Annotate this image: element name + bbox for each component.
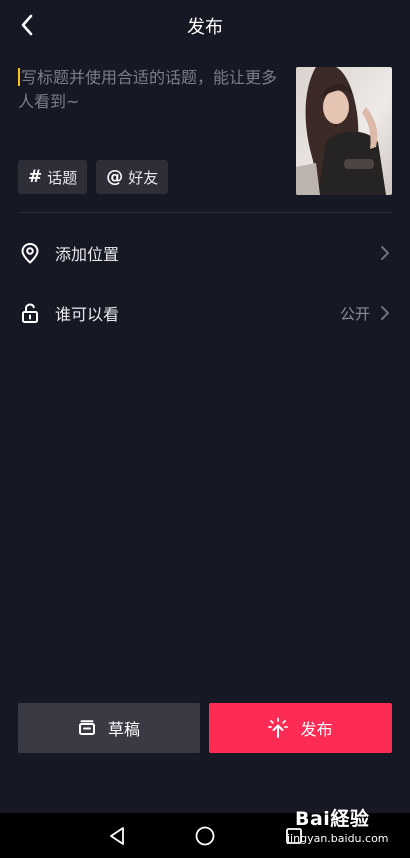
draft-label: 草稿 xyxy=(107,720,140,739)
publish-sparkle-icon xyxy=(268,717,289,738)
nav-home-button[interactable] xyxy=(192,823,218,849)
chevron-right-icon xyxy=(378,304,392,322)
caption-placeholder: 写标题并使用合适的话题，能让更多人看到~ xyxy=(18,68,278,111)
hash-icon: # xyxy=(28,167,43,187)
location-pin-icon xyxy=(18,241,42,265)
chevron-right-icon xyxy=(378,244,392,262)
divider xyxy=(18,212,392,213)
topic-chip-label: 话题 xyxy=(47,168,78,187)
video-cover-thumbnail[interactable] xyxy=(296,67,392,195)
tag-chips: # 话题 @ 好友 xyxy=(18,160,169,194)
caption-input[interactable]: 写标题并使用合适的话题，能让更多人看到~ xyxy=(18,66,283,114)
text-cursor xyxy=(18,68,20,86)
page-title: 发布 xyxy=(187,17,223,38)
friends-chip[interactable]: @ 好友 xyxy=(96,160,169,194)
who-can-view-row[interactable]: 谁可以看 公开 xyxy=(18,293,392,333)
triangle-back-icon xyxy=(110,827,124,845)
top-bar: 发布 xyxy=(0,0,410,50)
watermark-url: jingyan.baidu.com xyxy=(287,832,389,845)
visibility-value: 公开 xyxy=(339,304,370,323)
friends-chip-label: 好友 xyxy=(128,168,159,187)
cover-image xyxy=(296,67,392,195)
watermark-brand: Bai経验 xyxy=(295,808,370,830)
add-location-label: 添加位置 xyxy=(55,245,120,264)
topic-chip[interactable]: # 话题 xyxy=(18,160,88,194)
nav-back-button[interactable] xyxy=(104,823,130,849)
draft-box-icon xyxy=(78,720,95,735)
unlock-icon xyxy=(18,301,42,325)
circle-home-icon xyxy=(195,826,215,846)
publish-button[interactable]: 发布 xyxy=(209,703,392,753)
baidu-jingyan-watermark: Bai経验 jingyan.baidu.com xyxy=(283,800,401,852)
save-draft-button[interactable]: 草稿 xyxy=(18,703,200,753)
add-location-row[interactable]: 添加位置 xyxy=(18,233,392,273)
at-icon: @ xyxy=(106,167,124,187)
who-can-view-label: 谁可以看 xyxy=(55,305,120,324)
publish-label: 发布 xyxy=(300,720,333,739)
